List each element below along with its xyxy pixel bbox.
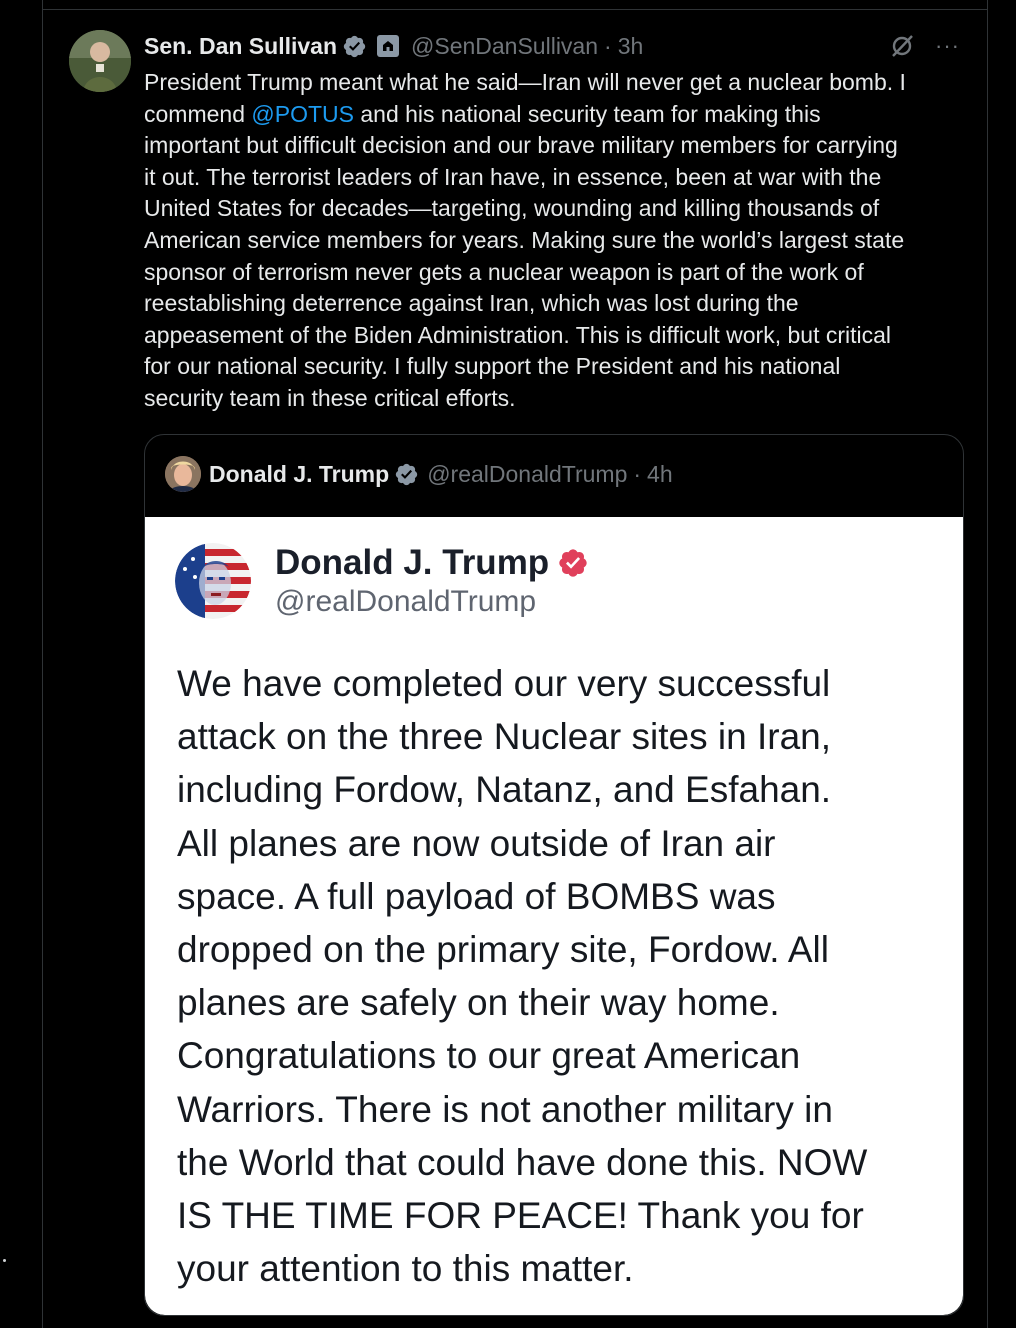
tweet-text-part: commend <box>144 100 252 127</box>
author-handle[interactable]: @SenDanSullivan <box>411 33 598 60</box>
truth-author-name: Donald J. Trump <box>275 543 589 583</box>
mention-link[interactable]: @POTUS <box>251 101 354 127</box>
government-badge-icon <box>377 35 399 57</box>
tweet-text-part: and his national security team for makin… <box>144 100 905 411</box>
tweet-text: President Trump meant what he said—Iran … <box>144 67 970 415</box>
quote-header: Donald J. Trump @realDonaldTrump · 4h <box>165 455 673 493</box>
more-icon[interactable]: ··· <box>935 30 960 62</box>
header-actions: ··· <box>889 30 960 62</box>
author-avatar[interactable] <box>69 30 131 92</box>
dot-marker <box>3 1259 6 1262</box>
verified-badge-icon <box>342 34 367 59</box>
truth-author-name-text: Donald J. Trump <box>275 543 550 582</box>
quote-timestamp[interactable]: 4h <box>647 461 673 488</box>
quote-author-handle[interactable]: @realDonaldTrump <box>427 461 627 488</box>
quoted-tweet[interactable]: Donald J. Trump @realDonaldTrump · 4h Do… <box>144 434 964 1316</box>
tweet-header: Sen. Dan Sullivan @SenDanSullivan · 3h ·… <box>144 30 974 62</box>
separator: · <box>633 460 642 487</box>
timestamp[interactable]: 3h <box>618 33 644 60</box>
verified-badge-icon <box>394 462 419 487</box>
tweet-text-part: President Trump meant what he said—Iran … <box>144 69 906 95</box>
quote-author-name[interactable]: Donald J. Trump <box>209 461 389 488</box>
author-name[interactable]: Sen. Dan Sullivan <box>144 33 337 60</box>
column-border-left <box>42 0 43 1328</box>
truth-post-text: We have completed our very successful at… <box>177 663 868 1290</box>
top-divider <box>43 9 987 10</box>
grok-icon[interactable] <box>889 33 915 59</box>
truth-author-handle: @realDonaldTrump <box>275 585 537 618</box>
quote-author-avatar[interactable] <box>165 456 201 492</box>
truth-avatar <box>175 543 251 619</box>
column-border-right <box>987 0 988 1328</box>
truth-social-screenshot[interactable]: Donald J. Trump @realDonaldTrump We have… <box>145 517 963 1315</box>
truth-verified-badge-icon <box>557 547 589 579</box>
separator: · <box>604 32 612 59</box>
